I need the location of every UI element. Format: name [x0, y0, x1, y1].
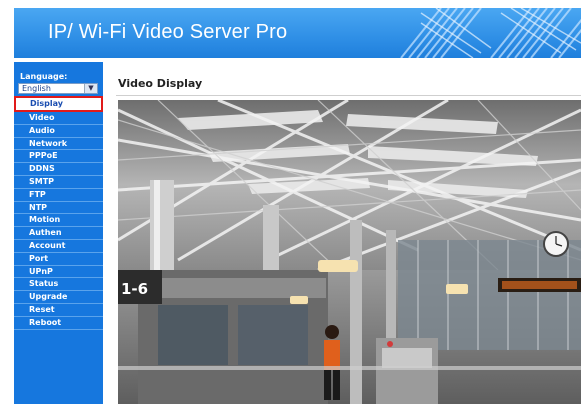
platform-sign-text: 1-6 [121, 280, 148, 298]
sidebar-item-smtp[interactable]: SMTP [14, 176, 103, 189]
title-divider [116, 95, 581, 96]
sidebar-item-reboot[interactable]: Reboot [14, 317, 103, 330]
language-label: Language: [20, 72, 68, 81]
page-title: Video Display [118, 77, 203, 90]
sidebar-item-ntp[interactable]: NTP [14, 202, 103, 215]
sidebar-item-video[interactable]: Video [14, 112, 103, 125]
sidebar-item-account[interactable]: Account [14, 240, 103, 253]
sidebar-menu: Display Video Audio Network PPPoE DDNS S… [14, 96, 103, 330]
page: IP/ Wi-Fi Video Server Pro Language: Eng… [0, 0, 581, 404]
video-display: 1-6 [118, 100, 581, 404]
sidebar-item-audio[interactable]: Audio [14, 125, 103, 138]
language-selected-value: English [22, 84, 51, 93]
sidebar-item-upnp[interactable]: UPnP [14, 266, 103, 279]
camera-feed-icon: 1-6 [118, 100, 581, 404]
app-title: IP/ Wi-Fi Video Server Pro [48, 21, 288, 43]
sidebar: Language: English ▼ Display Video Audio … [14, 62, 103, 404]
sidebar-item-reset[interactable]: Reset [14, 304, 103, 317]
sidebar-item-display[interactable]: Display [14, 96, 103, 112]
header-decoration-icon [400, 8, 581, 58]
chevron-down-icon[interactable]: ▼ [84, 84, 97, 93]
language-select[interactable]: English ▼ [18, 83, 98, 94]
sidebar-item-ddns[interactable]: DDNS [14, 163, 103, 176]
sidebar-item-port[interactable]: Port [14, 253, 103, 266]
header-banner: IP/ Wi-Fi Video Server Pro [14, 8, 581, 58]
sidebar-item-status[interactable]: Status [14, 278, 103, 292]
sidebar-item-upgrade[interactable]: Upgrade [14, 291, 103, 304]
sidebar-item-motion[interactable]: Motion [14, 214, 103, 228]
sidebar-item-network[interactable]: Network [14, 138, 103, 151]
sidebar-item-ftp[interactable]: FTP [14, 189, 103, 202]
sidebar-item-pppoe[interactable]: PPPoE [14, 150, 103, 164]
sidebar-item-authen[interactable]: Authen [14, 227, 103, 240]
